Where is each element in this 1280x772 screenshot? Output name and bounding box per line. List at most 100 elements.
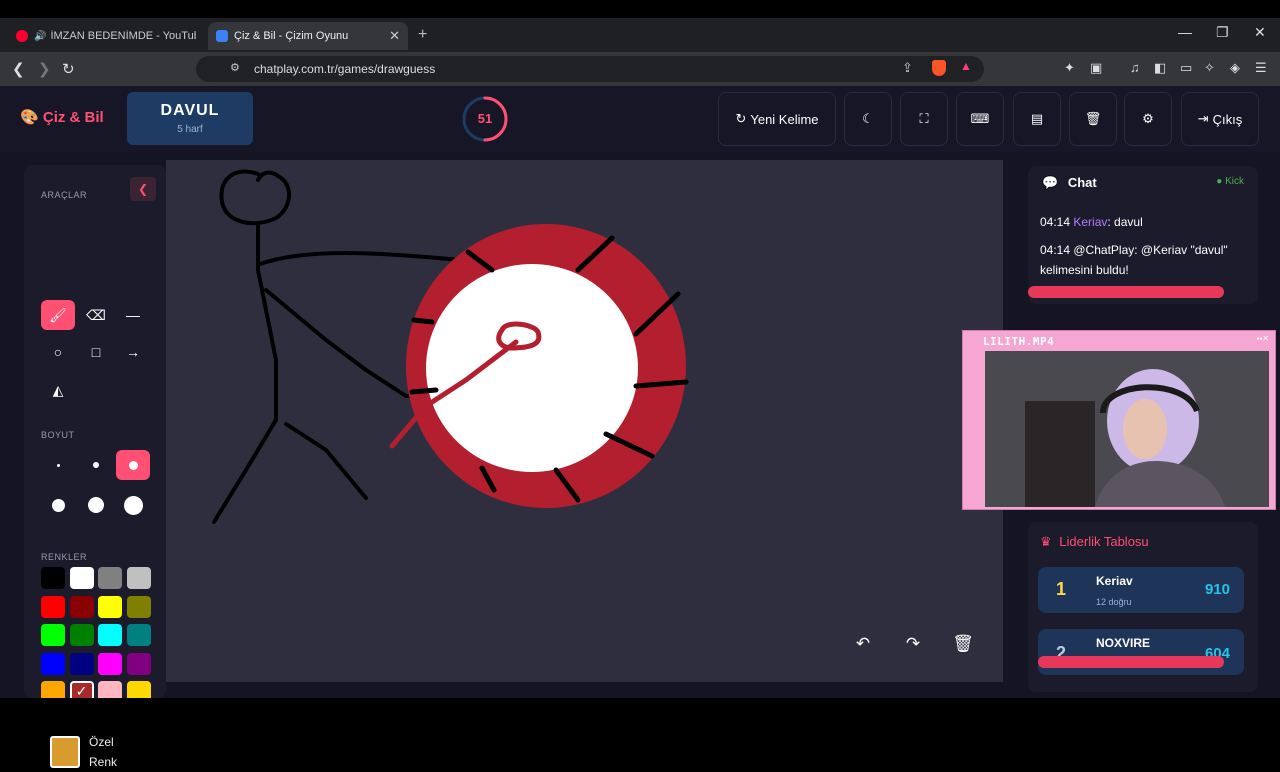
exit-button[interactable]: ⇥ Çıkış bbox=[1181, 92, 1259, 146]
reload-icon[interactable]: ↻ bbox=[62, 60, 75, 78]
circle-tool[interactable]: ○ bbox=[41, 337, 75, 367]
status-dot-icon: ● bbox=[1216, 176, 1223, 187]
settings-button[interactable]: ⚙ bbox=[1124, 92, 1172, 146]
redo-button[interactable]: ↷ bbox=[895, 626, 931, 662]
archive-button[interactable]: ▤ bbox=[1013, 92, 1061, 146]
restore-icon[interactable]: ❐ bbox=[1216, 24, 1229, 41]
color-swatch[interactable] bbox=[69, 652, 94, 675]
size-dot bbox=[123, 495, 143, 515]
line-tool[interactable]: — bbox=[116, 300, 150, 330]
tab-title: Çiz & Bil - Çizim Oyunu bbox=[234, 30, 349, 42]
color-swatch[interactable] bbox=[41, 652, 65, 675]
timer-value: 51 bbox=[477, 111, 493, 126]
share-icon[interactable]: ⇪ bbox=[902, 60, 913, 76]
size-5[interactable] bbox=[79, 490, 113, 520]
custom-color-swatch[interactable] bbox=[50, 736, 80, 768]
leaderboard-row: 2 NOXVIRE 604 bbox=[1038, 629, 1244, 675]
fullscreen-button[interactable]: ⛶ bbox=[900, 92, 948, 146]
size-heading: BOYUT bbox=[41, 430, 75, 440]
color-swatch[interactable] bbox=[98, 652, 123, 675]
new-tab-button[interactable]: + bbox=[418, 26, 427, 44]
color-swatch[interactable] bbox=[41, 624, 65, 647]
site-info-icon[interactable]: ⚙ bbox=[230, 61, 240, 74]
rectangle-tool[interactable]: □ bbox=[79, 337, 113, 367]
collapse-panel-button[interactable]: ❮ bbox=[130, 177, 156, 201]
color-swatch[interactable] bbox=[41, 595, 65, 618]
undo-button[interactable]: ↶ bbox=[845, 626, 881, 662]
drawing-canvas[interactable]: ↶ ↷ 🗑 bbox=[166, 160, 1003, 682]
media-icon[interactable]: ♫ bbox=[1130, 60, 1140, 75]
refresh-icon: ↻ bbox=[735, 111, 747, 126]
tab-chatplay[interactable]: Çiz & Bil - Çizim Oyunu ✕ bbox=[208, 22, 408, 50]
screenshot-icon[interactable]: ▣ bbox=[1090, 60, 1102, 76]
color-swatch[interactable] bbox=[98, 567, 123, 589]
menu-icon[interactable]: ☰ bbox=[1255, 60, 1267, 76]
platform-name: Kick bbox=[1225, 176, 1244, 187]
new-word-button[interactable]: ↻ Yeni Kelime bbox=[718, 92, 836, 146]
arrow-tool[interactable]: → bbox=[116, 337, 150, 367]
url-text[interactable]: chatplay.com.tr/games/drawguess bbox=[254, 62, 435, 76]
size-4[interactable] bbox=[41, 490, 75, 520]
player-score: 910 bbox=[1204, 581, 1230, 598]
color-swatch[interactable] bbox=[69, 567, 94, 589]
color-swatch[interactable] bbox=[126, 567, 151, 589]
minimize-icon[interactable]: — bbox=[1178, 24, 1192, 40]
color-swatch[interactable] bbox=[126, 624, 151, 647]
color-swatch[interactable] bbox=[98, 595, 123, 618]
webcam-image bbox=[985, 351, 1269, 507]
brush-tool[interactable]: 🖌 bbox=[41, 300, 75, 330]
message-user: @ChatPlay bbox=[1073, 243, 1135, 257]
extensions-icon[interactable]: ✦ bbox=[1064, 60, 1075, 76]
paint-bucket-icon: ◭ bbox=[52, 381, 64, 398]
back-icon[interactable]: ❮ bbox=[12, 60, 25, 78]
close-tab-icon[interactable]: ✕ bbox=[389, 28, 400, 44]
delete-drawing-button[interactable]: 🗑 bbox=[945, 626, 981, 662]
tab-youtube[interactable]: 🔊 İMZAN BEDENİMDE - YouTube M bbox=[8, 22, 204, 50]
size-3[interactable] bbox=[116, 450, 150, 480]
wallet-icon[interactable]: ▭ bbox=[1180, 60, 1192, 76]
os-bottom-bar bbox=[0, 698, 1280, 720]
chat-scroll-indicator bbox=[1028, 286, 1224, 298]
color-swatch[interactable] bbox=[69, 595, 94, 618]
close-window-icon[interactable]: ✕ bbox=[1254, 24, 1266, 41]
chat-message: 04:14 @ChatPlay: @Keriav "davul" kelimes… bbox=[1040, 240, 1254, 280]
speaker-icon[interactable]: 🔊 bbox=[34, 31, 46, 42]
circle-icon: ○ bbox=[53, 344, 63, 360]
clear-button[interactable]: 🗑 bbox=[1069, 92, 1117, 146]
leaderboard-row: 1 Keriav 12 doğru 910 bbox=[1038, 567, 1244, 613]
size-6[interactable] bbox=[116, 490, 150, 520]
platform-badge: ● Kick bbox=[1216, 176, 1244, 187]
leaderboard-scroll-indicator bbox=[1038, 656, 1224, 668]
square-icon: □ bbox=[91, 344, 101, 360]
message-text: : davul bbox=[1107, 215, 1143, 229]
color-swatch[interactable] bbox=[69, 624, 94, 647]
brand-logo[interactable]: 🎨 Çiz & Bil bbox=[20, 108, 104, 126]
gear-icon: ⚙ bbox=[1142, 111, 1154, 126]
tool-panel: ARAÇLAR ❮ 🖌 ⌫ — ○ □ → ◭ BOYUT RENKLER ✓ … bbox=[24, 165, 166, 769]
vpn-icon[interactable]: ◈ bbox=[1230, 60, 1240, 76]
color-swatch[interactable] bbox=[126, 595, 151, 618]
eraser-tool[interactable]: ⌫ bbox=[79, 300, 113, 330]
brave-rewards-icon[interactable]: ▲ bbox=[960, 59, 972, 73]
sidebar-icon[interactable]: ◧ bbox=[1154, 60, 1166, 76]
keyboard-button[interactable]: ⌨ bbox=[956, 92, 1004, 146]
size-dot bbox=[93, 462, 99, 468]
color-swatch[interactable] bbox=[98, 624, 123, 647]
size-dot bbox=[88, 497, 104, 513]
address-bar[interactable]: ⚙ chatplay.com.tr/games/drawguess ⇪ ▲ bbox=[196, 56, 984, 82]
rank: 1 bbox=[1056, 579, 1067, 599]
brave-shield-icon[interactable] bbox=[932, 60, 946, 76]
size-2[interactable] bbox=[79, 450, 113, 480]
color-swatch[interactable] bbox=[41, 567, 65, 589]
size-1[interactable] bbox=[41, 450, 75, 480]
color-swatch[interactable] bbox=[126, 652, 151, 675]
trash-icon: 🗑 bbox=[952, 634, 974, 653]
size-dot bbox=[128, 460, 138, 470]
brand-name: Çiz & Bil bbox=[42, 109, 104, 126]
word-box: DAVUL 5 harf bbox=[127, 92, 253, 145]
forward-icon[interactable]: ❯ bbox=[38, 60, 51, 78]
dark-mode-button[interactable]: ☾ bbox=[844, 92, 892, 146]
fill-tool[interactable]: ◭ bbox=[41, 375, 75, 405]
leo-icon[interactable]: ✧ bbox=[1204, 60, 1215, 76]
palette-icon: 🎨 bbox=[20, 109, 39, 126]
